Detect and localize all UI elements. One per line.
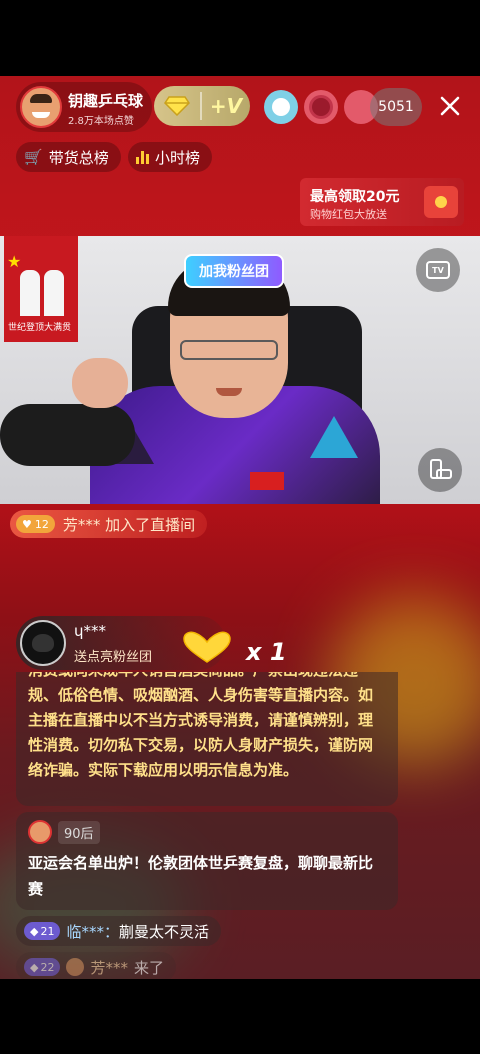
glasses (180, 340, 278, 360)
flag-star-icon: ★ (7, 252, 22, 271)
join-text: 芳*** 加入了直播间 (62, 515, 196, 534)
viewer-count[interactable]: 5051 (370, 88, 422, 126)
tv-label: TV (432, 265, 444, 275)
flower-icon (312, 98, 330, 116)
level-badge: ◆ 21 (24, 922, 61, 940)
rotate-screen-button[interactable] (418, 448, 462, 492)
announcer-avatar (28, 820, 52, 844)
red-packet-promo[interactable]: 最高领取20元 购物红包大放送 (300, 178, 464, 226)
join-notice: ♥ 12 芳*** 加入了直播间 (10, 510, 208, 538)
promo-subtitle: 购物红包大放送 (310, 208, 387, 221)
diamond-icon: ◆ (30, 960, 39, 974)
tv-cast-button[interactable]: TV (416, 248, 460, 292)
gift-action: 送点亮粉丝团 (74, 650, 153, 665)
fan-club-button[interactable]: +V (154, 86, 250, 126)
diamond-icon: ◆ (30, 924, 39, 938)
streamer-info-pill[interactable]: 钥趣乒乓球 2.8万本场点赞 (16, 82, 152, 132)
hourly-rank-tab[interactable]: 小时榜 (128, 142, 213, 172)
gifter-name: ɥ*** (74, 622, 107, 640)
bar-chart-icon (136, 150, 149, 164)
diamond-icon (154, 86, 200, 126)
flag-badge (250, 472, 284, 490)
comment-text: 蒯曼太不灵活 (118, 922, 209, 941)
announcement-card[interactable]: 90后 亚运会名单出炉！伦敦团体世乒赛复盘，聊聊最新比赛 (16, 812, 398, 910)
tv-icon: TV (426, 261, 450, 279)
close-icon[interactable] (436, 92, 464, 120)
golden-heart-icon (182, 630, 232, 664)
comment-user: 芳*** (90, 958, 128, 977)
comment-avatar (66, 958, 85, 976)
promo-title: 最高领取20元 (310, 189, 400, 205)
level-badge: ◆ 22 (24, 958, 61, 976)
fan-club-sticker[interactable]: 加我粉丝团 (184, 254, 284, 288)
heart-icon: ♥ (22, 517, 32, 531)
streamer-name: 钥趣乒乓球 (68, 92, 144, 110)
fan-club-sticker-label: 加我粉丝团 (199, 264, 269, 280)
fan-badge-label: +V (209, 94, 243, 118)
hourly-rank-label: 小时榜 (155, 148, 201, 167)
comment-text: 来了 (133, 958, 164, 977)
comment-row[interactable]: ◆ 22 芳*** 来了 (16, 952, 176, 979)
sales-rank-tab[interactable]: 🛒 带货总榜 (16, 142, 121, 172)
comment-level: 21 (40, 924, 55, 938)
streamer-avatar[interactable] (20, 86, 62, 128)
video-feed[interactable]: ★ 世纪登顶大满贯 加我粉丝团 TV (0, 236, 480, 504)
comment-user: 临***： (66, 922, 119, 941)
gift-multiplier: x 1 (246, 638, 287, 666)
system-notice-text: 消费或向未成年人销售酒类商品。严禁出现违法违规、低俗色情、吸烟酗酒、人身伤害等直… (28, 672, 374, 779)
comment-level: 22 (40, 960, 55, 974)
announcement-text: 亚运会名单出炉！伦敦团体世乒赛复盘，聊聊最新比赛 (28, 854, 374, 898)
cart-icon: 🛒 (24, 148, 43, 166)
system-notice: 消费或向未成年人销售酒类商品。严禁出现违法违规、低俗色情、吸烟酗酒、人身伤害等直… (16, 672, 398, 806)
sales-rank-label: 带货总榜 (48, 148, 109, 167)
likes-count: 2.8万本场点赞 (68, 116, 134, 127)
viewer-avatar[interactable] (304, 90, 338, 124)
announcement-tag: 90后 (58, 820, 100, 844)
comment-row[interactable]: ◆ 21 临***： 蒯曼太不灵活 (16, 916, 221, 946)
cat-icon (32, 634, 54, 652)
poster-text: 世纪登顶大满贯 (8, 323, 72, 333)
microphone (0, 404, 135, 466)
viewer-avatar[interactable] (264, 90, 298, 124)
hand (72, 358, 128, 408)
red-packet-icon (424, 186, 458, 218)
level-badge: ♥ 12 (16, 515, 55, 533)
live-stream-screen: 钥趣乒乓球 2.8万本场点赞 +V 5051 🛒 带货总榜 小时榜 最高领取20… (0, 76, 480, 979)
poster: ★ 世纪登顶大满贯 (4, 236, 78, 342)
join-level: 12 (34, 517, 49, 531)
phone-rotate-icon (428, 459, 452, 481)
gifter-avatar[interactable] (20, 620, 66, 666)
